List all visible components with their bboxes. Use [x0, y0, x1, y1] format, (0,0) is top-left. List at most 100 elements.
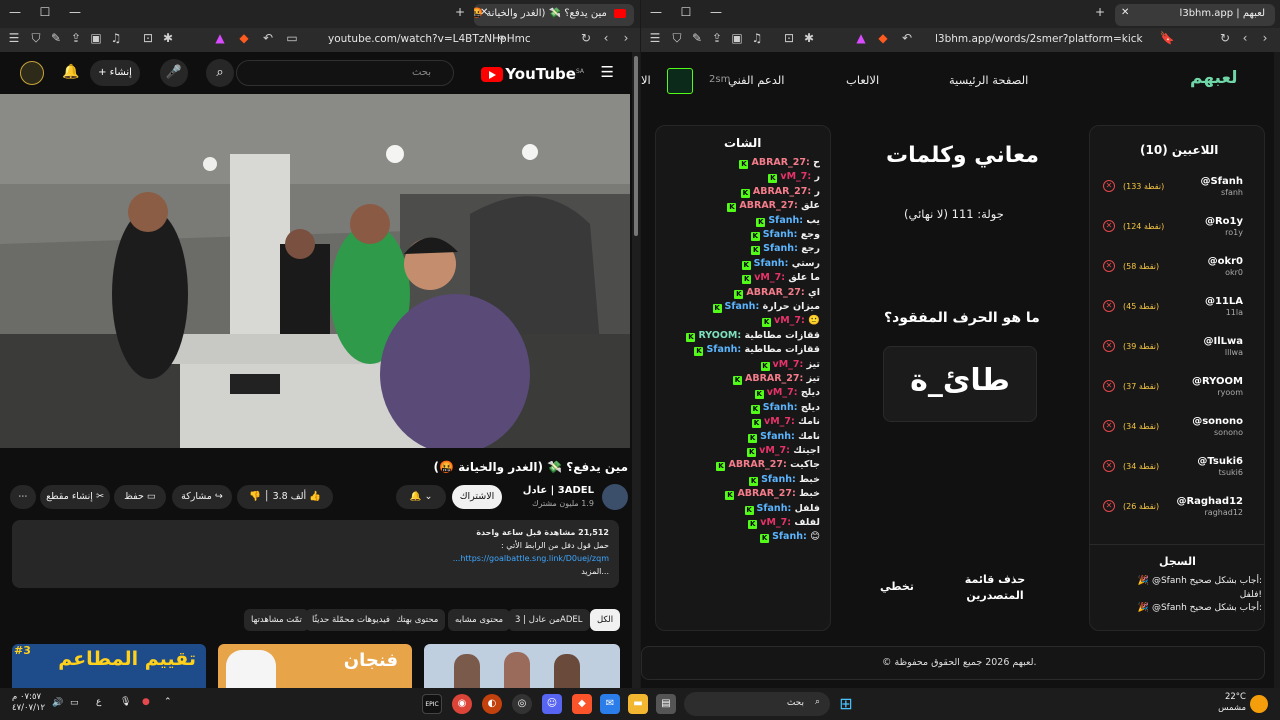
screenshot-icon[interactable]: ⊡	[781, 31, 797, 45]
screenshot-icon[interactable]: ⊡	[140, 31, 156, 45]
remove-player-icon[interactable]: ✕	[1103, 380, 1115, 392]
remove-player-icon[interactable]: ✕	[1103, 460, 1115, 472]
description-box[interactable]: 21,512 مشاهدة قبل ساعة واحدة حمل قول دفل…	[12, 520, 619, 588]
language-indicator[interactable]: ع	[96, 697, 101, 707]
chat-user[interactable]: Sfanh	[725, 301, 756, 312]
clock[interactable]: ٠٧:٥٧ م ٤٧/٠٧/١٢	[12, 692, 45, 714]
brave-shield-icon[interactable]: ◆	[875, 31, 891, 45]
file-explorer-icon[interactable]: ▬	[628, 694, 648, 714]
tab-l3bhm[interactable]: ✕ l3bhm.app | لعبهم	[1115, 4, 1275, 26]
chrome-icon[interactable]: ◉	[452, 694, 472, 714]
channel-avatar[interactable]	[602, 484, 628, 510]
taskbar-search[interactable]: ⌕ بحث	[684, 692, 830, 716]
remove-player-icon[interactable]: ✕	[1103, 340, 1115, 352]
video-player[interactable]	[0, 94, 630, 448]
aria-icon[interactable]: ▲	[853, 31, 869, 45]
chat-user[interactable]: Sfanh	[706, 344, 737, 355]
remove-player-icon[interactable]: ✕	[1103, 300, 1115, 312]
hamburger-menu-icon[interactable]: ☰	[601, 63, 614, 81]
sidebar-icon[interactable]: ▣	[88, 31, 104, 45]
scrollbar-thumb[interactable]	[634, 56, 638, 236]
channel-name[interactable]: 3ADEL | عادل	[523, 485, 594, 496]
maximize-icon[interactable]: ☐	[677, 5, 695, 19]
chat-user[interactable]: vM_7	[767, 387, 794, 398]
address-bar[interactable]: l3bhm.app/words/2smer?platform=kick	[935, 33, 1143, 45]
chip-watched[interactable]: تمّت مشاهدتها	[244, 609, 309, 631]
music-icon[interactable]: ♫	[749, 31, 765, 45]
chat-user[interactable]: ABRAR_27	[739, 200, 794, 211]
save-button[interactable]: حفظ ▭	[114, 485, 166, 509]
chip-from-channel[interactable]: من عادل | 3ADEL	[508, 609, 590, 631]
refresh-share-icon[interactable]: ↶	[899, 31, 915, 45]
sidebar-icon[interactable]: ▣	[729, 31, 745, 45]
forward-icon[interactable]: ›	[618, 31, 634, 45]
maximize-icon[interactable]: ☐	[36, 5, 54, 19]
skip-button[interactable]: تخطي	[880, 580, 914, 593]
chat-user[interactable]: Sfanh	[772, 531, 803, 542]
epic-games-icon[interactable]: EPIC	[422, 694, 442, 714]
chip-for-you[interactable]: محتوى بهتك	[389, 609, 446, 631]
minimize-icon[interactable]: —	[6, 5, 24, 19]
chip-recently-uploaded[interactable]: فيديوهات محمّلة حديثًا	[305, 609, 397, 631]
close-tab-icon[interactable]: ✕	[1121, 7, 1129, 18]
chat-user[interactable]: ABRAR_27	[745, 373, 800, 384]
nav-games[interactable]: الالعاب	[846, 73, 879, 87]
extensions-icon[interactable]: ✱	[160, 31, 176, 45]
new-tab-icon[interactable]: +	[1091, 5, 1109, 19]
like-icon[interactable]: 👍	[309, 491, 321, 502]
chat-user[interactable]: vM_7	[774, 315, 801, 326]
network-icon[interactable]: ▭	[70, 698, 79, 708]
chat-user[interactable]: Sfanh	[760, 431, 791, 442]
tab-youtube[interactable]: مين يدفع؟ 💸 (الغدر والخيانة 🤬 ✕	[474, 4, 634, 26]
mail-icon[interactable]: ✉	[600, 694, 620, 714]
thumbnail-1[interactable]	[424, 644, 620, 688]
weather[interactable]: 22°C مشمس	[1210, 692, 1246, 714]
chat-user[interactable]: Sfanh	[768, 215, 799, 226]
app-icon[interactable]: ◐	[482, 694, 502, 714]
chat-user[interactable]: Sfanh	[754, 258, 785, 269]
scrollbar[interactable]	[632, 52, 640, 688]
dislike-icon[interactable]: 👎	[249, 491, 261, 502]
nav-home[interactable]: الصفحة الرئيسية	[949, 73, 1028, 87]
forward-icon[interactable]: ›	[1257, 31, 1273, 45]
back-icon[interactable]: ‹	[1237, 31, 1253, 45]
thumbnail-3[interactable]: تقييم المطاعم #3	[12, 644, 206, 688]
nav-login[interactable]: الا	[641, 73, 651, 87]
reload-icon[interactable]: ↻	[1217, 31, 1233, 45]
remove-player-icon[interactable]: ✕	[1103, 500, 1115, 512]
youtube-logo[interactable]: YouTubeSA	[481, 65, 584, 83]
chat-user[interactable]: vM_7	[760, 517, 787, 528]
task-view-icon[interactable]: ▤	[656, 694, 676, 714]
mic-icon[interactable]: 🎙	[120, 697, 131, 707]
chat-user[interactable]: vM_7	[773, 359, 800, 370]
close-tab-icon[interactable]: ✕	[480, 7, 488, 18]
pin-icon[interactable]: ✎	[48, 31, 64, 45]
chat-user[interactable]: Sfanh	[757, 503, 788, 514]
chat-user[interactable]: Sfanh	[763, 229, 794, 240]
description-link[interactable]: https://goalbattle.sng.link/D0uej/zqm...	[453, 554, 609, 563]
remove-player-icon[interactable]: ✕	[1103, 260, 1115, 272]
chat-user[interactable]: vM_7	[754, 272, 781, 283]
menu-icon[interactable]: ☰	[6, 31, 22, 45]
new-tab-icon[interactable]: +	[451, 5, 469, 19]
remove-player-icon[interactable]: ✕	[1103, 180, 1115, 192]
clip-button[interactable]: إنشاء مقطع ✂	[40, 485, 110, 509]
menu-icon[interactable]: ☰	[647, 31, 663, 45]
close-window-icon[interactable]: —	[66, 5, 84, 19]
volume-icon[interactable]: 🔊	[52, 698, 63, 708]
clear-leaderboard-button[interactable]: حذف قائمة المتصدرين	[960, 572, 1030, 604]
avatar[interactable]	[20, 61, 44, 85]
chip-all[interactable]: الكل	[590, 609, 621, 631]
obs-icon[interactable]: ◎	[512, 694, 532, 714]
subscribe-button[interactable]: الاشتراك	[452, 485, 502, 509]
more-actions-icon[interactable]: ⋯	[10, 485, 36, 509]
notification-bell-button[interactable]: 🔔 ⌄	[396, 485, 446, 509]
chat-user[interactable]: ABRAR_27	[746, 287, 801, 298]
cast-icon[interactable]: ▭	[284, 31, 300, 45]
create-button[interactable]: + إنشاء	[90, 60, 140, 86]
refresh-share-icon[interactable]: ↶	[260, 31, 276, 45]
thumbnail-2[interactable]: فنجان	[218, 644, 412, 688]
bookmark-icon[interactable]: 🔖	[1159, 31, 1175, 45]
windows-start-icon[interactable]: ⊞	[836, 694, 856, 714]
remove-player-icon[interactable]: ✕	[1103, 220, 1115, 232]
